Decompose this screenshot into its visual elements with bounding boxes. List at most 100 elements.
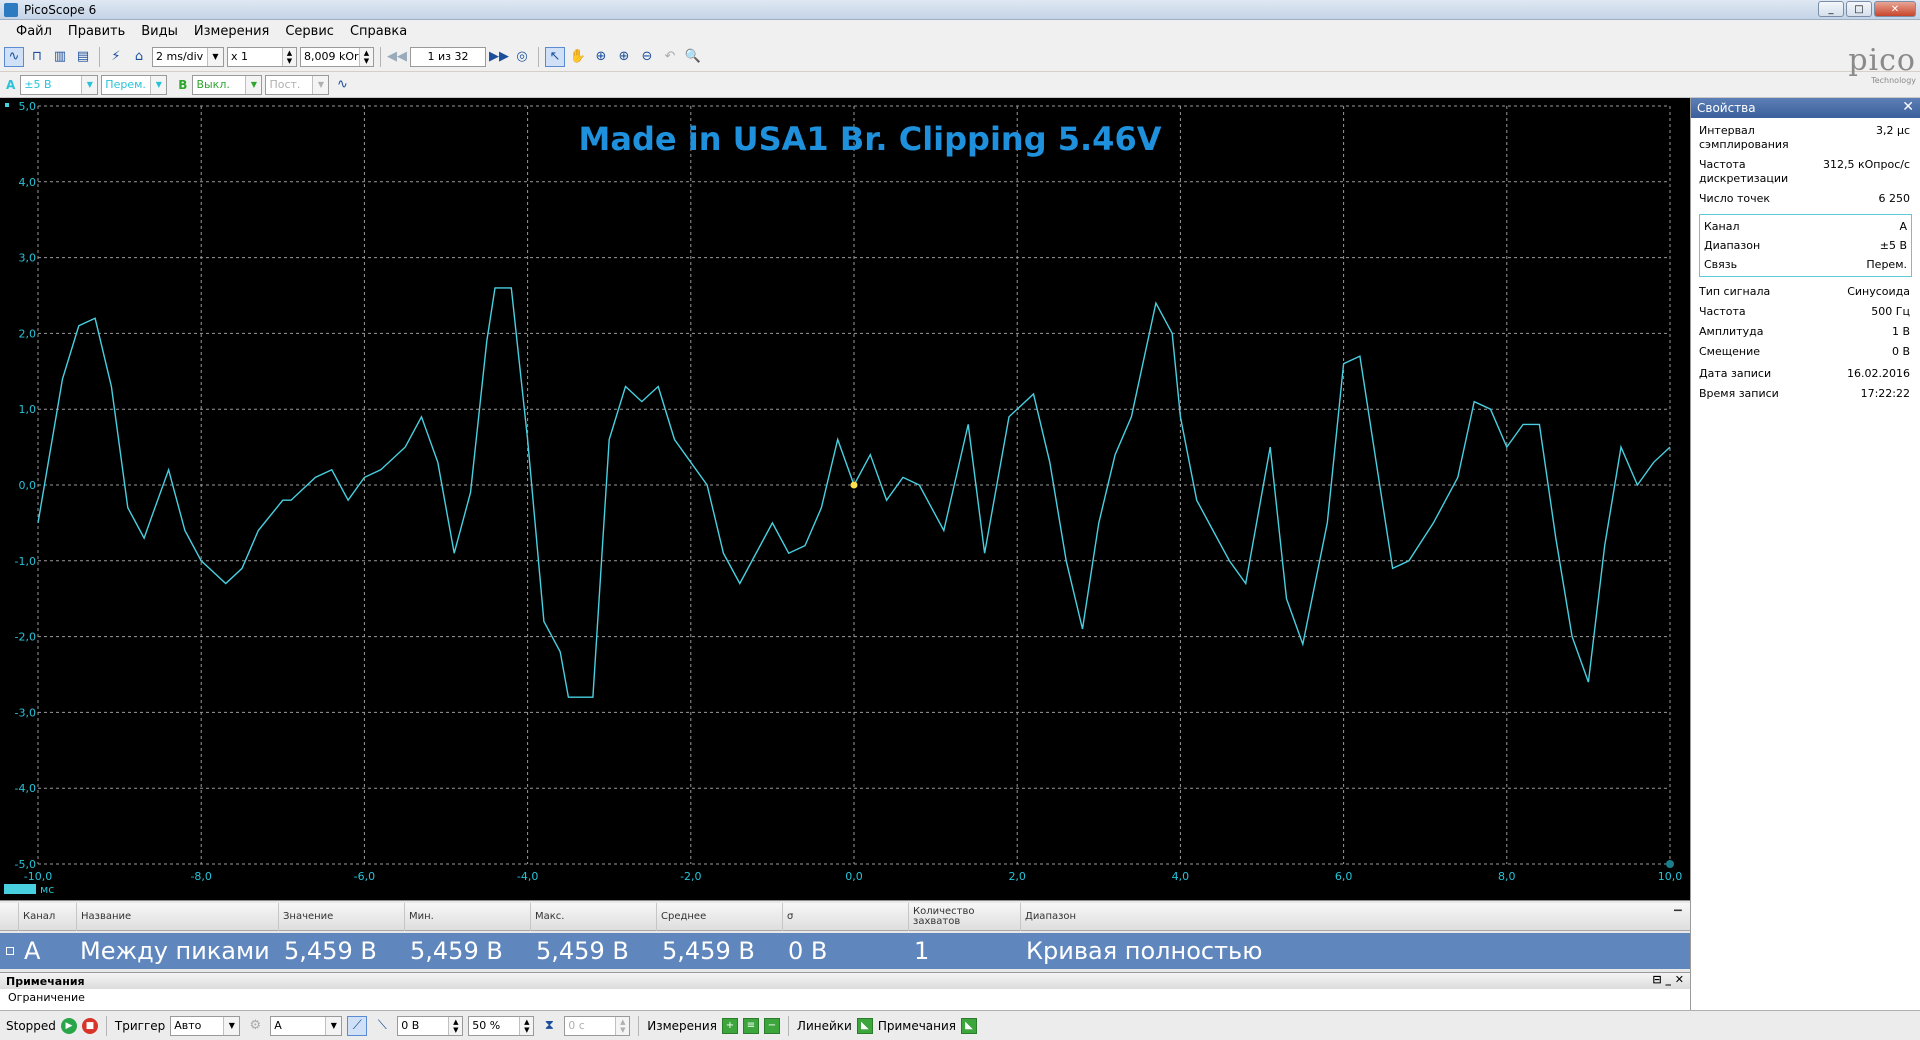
spin-icon: ▲ ▼ — [359, 47, 373, 66]
channel-options-icon[interactable]: ∿ — [332, 75, 352, 95]
maximize-button[interactable]: □ — [1846, 1, 1872, 17]
menu-bar: Файл Править Виды Измерения Сервис Справ… — [0, 20, 1920, 42]
advanced-trigger-icon[interactable]: ⚙ — [245, 1016, 265, 1036]
scroll-handle — [1666, 860, 1674, 868]
table-row[interactable]: A Между пиками 5,459 В 5,459 В 5,459 В 5… — [0, 933, 1690, 969]
pointer-tool-icon[interactable]: ↖ — [545, 46, 565, 67]
notes-controls[interactable]: ⊟ _ ✕ — [1652, 973, 1684, 986]
scope-view[interactable]: 5,0 4,0 3,0 2,0 1,0 0,0 -1,0 -2,0 -3,0 -4,0 -5,0 -1… — [0, 98, 1690, 900]
col-range[interactable]: Диапазон — [1020, 903, 1670, 931]
y-tick-label: -4,0 — [15, 782, 36, 795]
capture-nav-field[interactable]: 1 из 32 — [410, 46, 486, 67]
zoom-overview-icon[interactable]: 🔍 — [683, 47, 703, 67]
add-measurement-icon[interactable]: + — [721, 1017, 738, 1034]
trigger-level-stepper[interactable]: 0 В ▲ ▼ — [397, 1015, 464, 1036]
collapse-icon[interactable]: ▔ — [1670, 903, 1690, 931]
property-key: Частота дискретизации — [1699, 158, 1789, 185]
menu-help[interactable]: Справка — [342, 24, 415, 39]
col-value[interactable]: Значение — [278, 903, 404, 931]
col-min[interactable]: Мин. — [404, 903, 530, 931]
close-icon[interactable]: ✕ — [1902, 99, 1914, 115]
col-channel[interactable]: Канал — [18, 903, 76, 931]
pretrigger-stepper[interactable]: 50 % ▲ ▼ — [468, 1015, 535, 1036]
scope-mode-icon[interactable]: ∿ — [4, 46, 24, 67]
rulers-icon[interactable]: ◣ — [856, 1017, 873, 1034]
start-button[interactable]: ▶ — [60, 1017, 77, 1034]
probe-icon[interactable]: ⚡ — [106, 47, 126, 67]
hand-tool-icon[interactable]: ✋ — [568, 47, 588, 67]
stop-button[interactable]: ■ — [81, 1017, 98, 1034]
delete-measurement-icon[interactable]: − — [763, 1017, 780, 1034]
channel-a-coupling: Перем. — [105, 78, 146, 91]
property-value: 1 В — [1891, 325, 1910, 338]
chart-title: Made in USA1 Br. Clipping 5.46V — [579, 120, 1162, 158]
minimize-button[interactable]: _ — [1818, 1, 1844, 17]
menu-measurements[interactable]: Измерения — [186, 24, 277, 39]
zoom-in-icon[interactable]: ⊕ — [614, 47, 634, 67]
channel-property-row: Диапазон ±5 В — [1700, 239, 1911, 253]
spectrum-mode-icon[interactable]: ▥ — [50, 47, 70, 67]
serial-decode-icon[interactable]: ▤ — [73, 47, 93, 67]
chevron-down-icon: ▼ — [150, 75, 167, 94]
cell-name: Между пиками — [80, 937, 270, 965]
property-key: Связь — [1704, 258, 1738, 271]
measurements-table: Канал Название Значение Мин. Макс. Средн… — [0, 900, 1690, 972]
col-max[interactable]: Макс. — [530, 903, 656, 931]
home-icon[interactable]: ⌂ — [129, 47, 149, 67]
col-sigma[interactable]: σ — [782, 903, 908, 931]
property-key: Дата записи — [1699, 367, 1772, 380]
col-name[interactable]: Название — [76, 903, 278, 931]
trigger-mode-select[interactable]: Авто ▼ — [170, 1015, 241, 1036]
trigger-level-value: 0 В — [401, 1019, 420, 1032]
x-tick-label: 0,0 — [845, 870, 863, 883]
y-tick-label: -1,0 — [15, 555, 36, 568]
next-capture-icon[interactable]: ▶▶ — [489, 47, 509, 67]
x-tick-label: 6,0 — [1335, 870, 1353, 883]
channel-a-coupling-select[interactable]: Перем. ▼ — [101, 74, 168, 95]
rising-edge-icon[interactable]: ⟋ — [347, 1015, 368, 1036]
menu-tools[interactable]: Сервис — [277, 24, 342, 39]
channel-a-range-select[interactable]: ±5 В ▼ — [20, 74, 99, 95]
zoom-out-icon[interactable]: ⊖ — [637, 47, 657, 67]
notes-icon[interactable]: ◣ — [961, 1017, 978, 1034]
channel-toolbar: A ±5 В ▼ Перем. ▼ B Выкл. ▼ Пост. ▼ ∿ — [0, 72, 1920, 98]
trigger-mode-value: Авто — [174, 1019, 202, 1032]
channel-b-coupling-select[interactable]: Пост. ▼ — [265, 74, 330, 95]
main-toolbar: ∿ ⊓ ▥ ▤ ⚡ ⌂ 2 ms/div ▼ x 1 ▲ ▼ 8,009 kOr … — [0, 42, 1920, 72]
channel-b-range-select[interactable]: Выкл. ▼ — [192, 74, 263, 95]
separator — [99, 46, 100, 67]
y-tick-label: -3,0 — [15, 706, 36, 719]
y-tick-label: 0,0 — [19, 479, 37, 492]
buffer-overview-icon[interactable]: ◎ — [512, 47, 532, 67]
channel-a-marker — [5, 103, 9, 107]
trigger-delay-stepper[interactable]: 0 с ▲ ▼ — [564, 1015, 631, 1036]
notes-textarea[interactable]: Ограничение — [0, 989, 1690, 1006]
zoom-stepper[interactable]: x 1 ▲ ▼ — [227, 46, 297, 67]
falling-edge-icon[interactable]: ⟍ — [372, 1016, 392, 1036]
timebase-select[interactable]: 2 ms/div ▼ — [152, 46, 224, 67]
col-capture-count[interactable]: Количество захватов — [908, 903, 1020, 931]
undo-zoom-icon[interactable]: ↶ — [660, 47, 680, 67]
close-button[interactable]: ✕ — [1874, 1, 1916, 17]
property-key: Время записи — [1699, 387, 1779, 400]
trigger-channel-value: A — [274, 1019, 282, 1032]
trigger-channel-select[interactable]: A ▼ — [270, 1015, 343, 1036]
property-key: Тип сигнала — [1699, 285, 1771, 298]
menu-edit[interactable]: Править — [60, 24, 133, 39]
trigger-label: Триггер — [114, 1018, 166, 1033]
previous-capture-icon[interactable]: ◀◀ — [387, 47, 407, 67]
cell-average: 5,459 В — [662, 937, 755, 965]
measurements-label: Измерения — [647, 1018, 717, 1033]
samples-stepper[interactable]: 8,009 kOr ▲ ▼ — [300, 46, 374, 67]
rulers-label: Линейки — [796, 1018, 852, 1033]
zoom-tool-icon[interactable]: ⊕ — [591, 47, 611, 67]
col-average[interactable]: Среднее — [656, 903, 782, 931]
delay-icon[interactable]: ⧗ — [539, 1016, 559, 1036]
menu-file[interactable]: Файл — [8, 24, 60, 39]
sampling-property-row: Интервал сэмплирования 3,2 µс — [1691, 124, 1920, 152]
property-key: Амплитуда — [1699, 325, 1764, 338]
edit-measurement-icon[interactable]: ≡ — [742, 1017, 759, 1034]
persistence-mode-icon[interactable]: ⊓ — [27, 47, 47, 67]
menu-views[interactable]: Виды — [133, 24, 186, 39]
sampling-property-row: Число точек 6 250 — [1691, 192, 1920, 206]
